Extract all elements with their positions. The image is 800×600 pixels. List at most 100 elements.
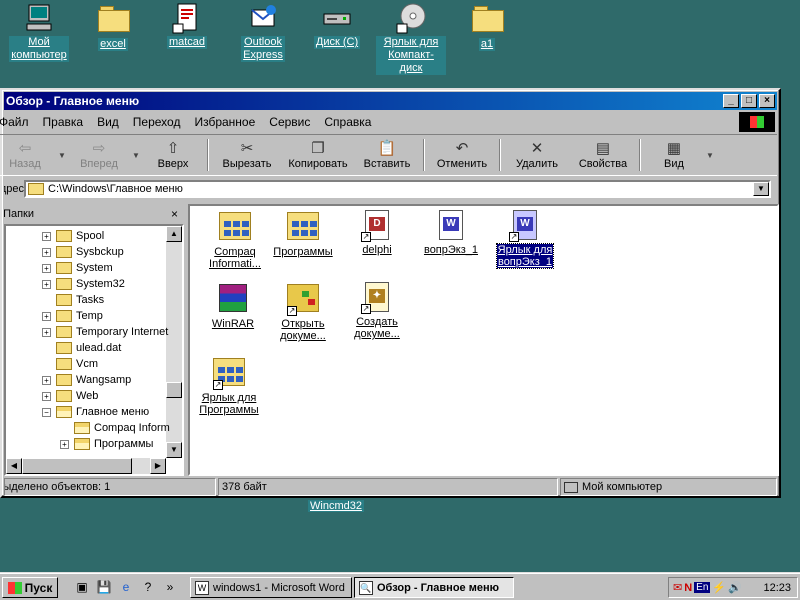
address-field[interactable]: C:\Windows\Главное меню ▼ xyxy=(24,180,771,198)
collapse-icon[interactable]: − xyxy=(42,407,51,417)
internet-explorer-icon[interactable]: e xyxy=(118,579,134,595)
show-desktop-icon[interactable]: ▣ xyxy=(74,579,90,595)
menu-edit[interactable]: Правка xyxy=(36,115,91,129)
desktop-icon-a1[interactable]: a1 xyxy=(452,2,522,51)
menu-view[interactable]: Вид xyxy=(90,115,126,129)
task-explorer[interactable]: 🔍 Обзор - Главное меню xyxy=(354,577,514,598)
tree-item[interactable]: + Программы xyxy=(60,436,153,452)
file-item-vopr-ekz-1[interactable]: W вопрЭкз_1 xyxy=(416,210,486,256)
file-item-programs[interactable]: Программы xyxy=(268,210,338,258)
mail-icon[interactable]: ✉ xyxy=(673,581,682,594)
clipboard-icon: 📋 xyxy=(377,140,397,157)
file-item-shortcut-programs[interactable]: ↗ Ярлык для Программы xyxy=(194,356,264,416)
expand-icon[interactable]: + xyxy=(42,327,51,337)
clock[interactable]: 12:23 xyxy=(763,582,797,594)
tree-item[interactable]: ulead.dat xyxy=(56,340,121,356)
undo-button[interactable]: ↶ Отменить xyxy=(428,135,496,175)
help-icon[interactable]: ? xyxy=(140,579,156,595)
tree-item[interactable]: − Главное меню xyxy=(42,404,149,420)
view-dropdown[interactable]: ▼ xyxy=(704,135,716,175)
title-bar[interactable]: Обзор - Главное меню _ □ × xyxy=(4,92,777,110)
quicklaunch-more-button[interactable]: » xyxy=(162,579,178,595)
desktop-icon-outlook-express[interactable]: Outlook Express xyxy=(228,2,298,62)
tree-item[interactable]: + Temporary Internet xyxy=(42,324,168,340)
tree-item[interactable]: Vcm xyxy=(56,356,98,372)
forward-button[interactable]: ⇨ Вперед xyxy=(68,135,130,175)
arrow-right-icon: ⇨ xyxy=(92,140,106,157)
scroll-thumb[interactable] xyxy=(166,382,182,398)
expand-icon[interactable]: + xyxy=(42,231,51,241)
expand-icon[interactable]: + xyxy=(42,311,51,321)
properties-button[interactable]: ▤ Свойства xyxy=(570,135,636,175)
toolbar-separator xyxy=(499,139,501,171)
expand-icon[interactable]: + xyxy=(42,375,51,385)
menu-go[interactable]: Переход xyxy=(126,115,188,129)
scroll-down-button[interactable]: ▼ xyxy=(166,442,182,458)
desktop-icon-wincmd32-label[interactable]: Wincmd32 xyxy=(308,500,364,512)
language-indicator[interactable]: En xyxy=(694,582,711,593)
scroll-thumb[interactable] xyxy=(22,458,132,474)
tree-pane-close-button[interactable]: × xyxy=(171,207,180,221)
tree-item[interactable]: + Spool xyxy=(42,228,104,244)
tree-horizontal-scrollbar[interactable]: ◀ ▶ xyxy=(6,458,166,474)
file-list-pane: Compaq Informati... Программы D ↗ delphi W… xyxy=(188,204,779,476)
file-item-label: вопрЭкз_1 xyxy=(423,244,479,256)
up-button[interactable]: ⇧ Вверх xyxy=(142,135,204,175)
scroll-right-button[interactable]: ▶ xyxy=(150,458,166,474)
forward-dropdown[interactable]: ▼ xyxy=(130,135,142,175)
file-item-compaq-information[interactable]: Compaq Informati... xyxy=(200,210,270,270)
expand-icon[interactable]: + xyxy=(42,279,51,289)
address-dropdown-button[interactable]: ▼ xyxy=(753,182,769,196)
view-button[interactable]: ▦ Вид xyxy=(644,135,704,175)
expand-icon[interactable]: + xyxy=(42,391,51,401)
tree-item-label: Compaq Inform xyxy=(94,422,170,434)
tree-item[interactable]: + Web xyxy=(42,388,98,404)
file-item-delphi[interactable]: D ↗ delphi xyxy=(342,210,412,256)
file-item-new-document[interactable]: ✦ ↗ Создать докуме... xyxy=(342,282,412,340)
tree-item[interactable]: + Sysbckup xyxy=(42,244,124,260)
paste-button[interactable]: 📋 Вставить xyxy=(354,135,420,175)
tree-item[interactable]: Tasks xyxy=(56,292,104,308)
scroll-up-button[interactable]: ▲ xyxy=(166,226,182,242)
scroll-left-button[interactable]: ◀ xyxy=(6,458,22,474)
expand-icon[interactable]: + xyxy=(42,247,51,257)
cut-button[interactable]: ✂ Вырезать xyxy=(212,135,282,175)
menu-favorites[interactable]: Избранное xyxy=(187,115,262,129)
minimize-button[interactable]: _ xyxy=(723,94,739,108)
back-dropdown[interactable]: ▼ xyxy=(56,135,68,175)
menu-file[interactable]: Файл xyxy=(0,115,36,129)
close-button[interactable]: × xyxy=(759,94,775,108)
norton-icon[interactable]: N xyxy=(684,582,692,594)
tree-item[interactable]: Compaq Inform xyxy=(74,420,170,436)
expand-icon[interactable]: + xyxy=(42,263,51,273)
window-controls: _ □ × xyxy=(723,94,775,108)
save-icon[interactable]: 💾 xyxy=(96,579,112,595)
file-item-open-document[interactable]: ↗ Открыть докуме... xyxy=(268,282,338,342)
scissors-icon: ✂ xyxy=(240,140,254,157)
menu-tools[interactable]: Сервис xyxy=(262,115,317,129)
tree-item[interactable]: + Temp xyxy=(42,308,103,324)
file-item-shortcut-vopr-ekz-1[interactable]: W ↗ Ярлык для вопрЭкз_1 xyxy=(490,210,560,269)
desktop-icon-cd-shortcut[interactable]: Ярлык для Компакт-диск xyxy=(376,2,446,75)
toolbar-separator xyxy=(423,139,425,171)
file-item-winrar[interactable]: WinRAR xyxy=(198,282,268,330)
task-word[interactable]: Wwindows1 - Microsoft Word xyxy=(190,577,352,598)
desktop-icon-disk-c[interactable]: Диск (C) xyxy=(302,2,372,49)
folder-icon xyxy=(56,278,72,290)
delete-button[interactable]: ✕ Удалить xyxy=(504,135,570,175)
desktop-icon-excel[interactable]: excel xyxy=(78,2,148,51)
tray-app-icon[interactable]: ⚡ xyxy=(712,581,726,594)
file-item-label: WinRAR xyxy=(211,318,255,330)
start-button[interactable]: Пуск xyxy=(2,577,58,598)
tree-item[interactable]: + System xyxy=(42,260,113,276)
maximize-button[interactable]: □ xyxy=(741,94,757,108)
desktop-icon-my-computer[interactable]: Мой компьютер xyxy=(4,2,74,62)
menu-help[interactable]: Справка xyxy=(317,115,378,129)
copy-button[interactable]: ❐ Копировать xyxy=(282,135,354,175)
back-button[interactable]: ⇦ Назад xyxy=(0,135,56,175)
tree-item[interactable]: + System32 xyxy=(42,276,125,292)
desktop-icon-matcad[interactable]: matcad xyxy=(152,2,222,49)
expand-icon[interactable]: + xyxy=(60,439,69,449)
tree-item[interactable]: + Wangsamp xyxy=(42,372,131,388)
volume-icon[interactable]: 🔊 xyxy=(728,581,742,594)
